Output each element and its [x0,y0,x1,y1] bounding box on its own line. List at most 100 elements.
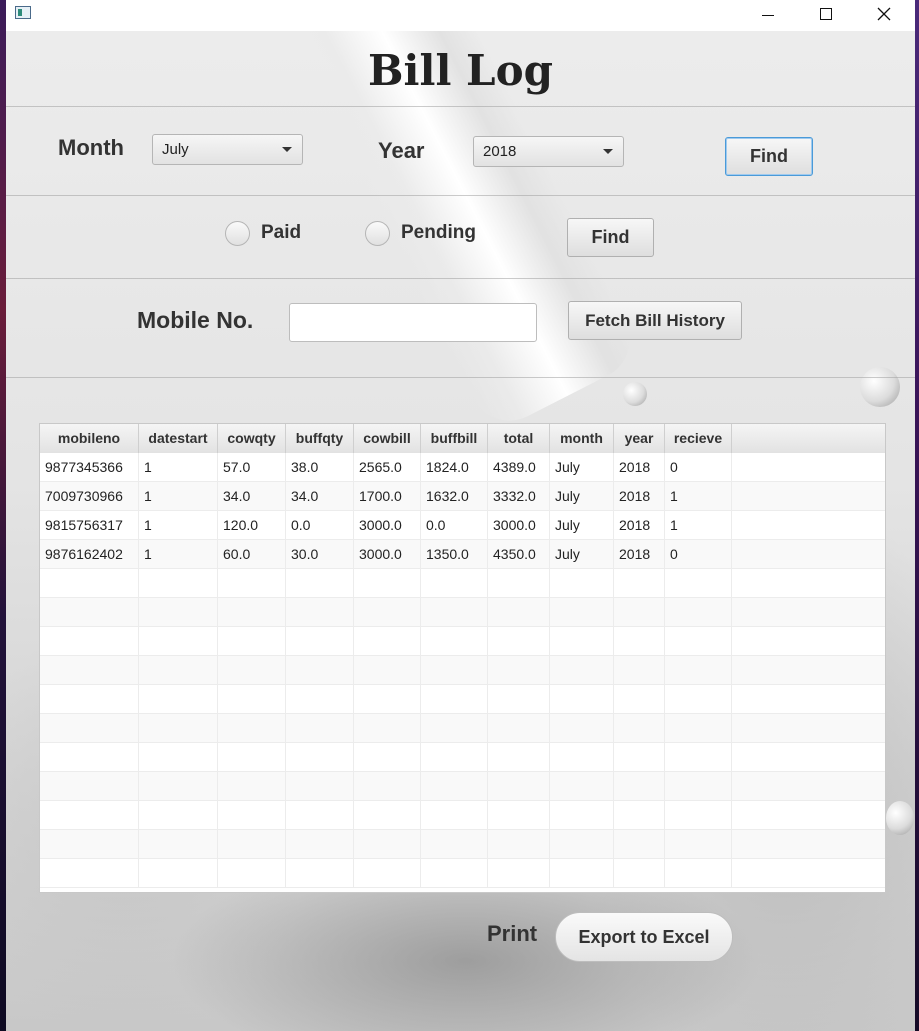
table-cell-buffqty [286,656,354,685]
table-cell-cowqty [218,772,286,801]
paid-radio[interactable] [225,221,250,246]
table-cell-recieve [665,598,732,627]
table-row[interactable]: 9815756317 1 120.0 0.0 3000.0 0.0 3000.0 July 20… [40,511,885,540]
table-cell-year [614,598,665,627]
column-header-buffqty[interactable]: buffqty [286,424,354,453]
table-row[interactable]: 9876162402 1 60.0 30.0 3000.0 1350.0 4350.0 Jul… [40,540,885,569]
table-cell-buffbill [421,685,488,714]
export-to-excel-button[interactable]: Export to Excel [555,912,733,962]
table-row[interactable]: 7009730966 1 34.0 34.0 1700.0 1632.0 3332.0 Jul… [40,482,885,511]
table-cell-total [488,714,550,743]
table-row[interactable] [40,569,885,598]
column-header-buffbill[interactable]: buffbill [421,424,488,453]
table-cell-buffbill [421,801,488,830]
table-cell-total [488,801,550,830]
table-cell-year [614,772,665,801]
column-header-month[interactable]: month [550,424,614,453]
maximize-button[interactable] [803,0,849,28]
table-cell-datestart [139,830,218,859]
column-header-datestart[interactable]: datestart [139,424,218,453]
table-cell-recieve [665,714,732,743]
table-cell-mobileno [40,859,139,888]
fetch-bill-history-button[interactable]: Fetch Bill History [568,301,742,340]
table-cell-buffqty: 34.0 [286,482,354,511]
table-cell-recieve: 1 [665,511,732,540]
table-row[interactable] [40,685,885,714]
table-cell-total [488,598,550,627]
find-by-date-button[interactable]: Find [725,137,813,176]
minimize-icon [762,14,774,16]
table-row[interactable] [40,627,885,656]
table-cell-cowqty [218,830,286,859]
table-cell-datestart: 1 [139,511,218,540]
mobile-input[interactable] [289,303,537,342]
table-row[interactable] [40,714,885,743]
minimize-button[interactable] [745,0,791,28]
table-cell-year [614,859,665,888]
table-cell-datestart [139,627,218,656]
table-cell-month [550,772,614,801]
column-header-recieve[interactable]: recieve [665,424,732,453]
table-cell-cowqty [218,859,286,888]
table-row[interactable] [40,598,885,627]
print-label[interactable]: Print [487,921,537,947]
table-cell-year [614,743,665,772]
table-cell-cowbill [354,743,421,772]
pending-radio[interactable] [365,221,390,246]
table-cell-cowbill: 2565.0 [354,453,421,482]
table-cell-buffqty [286,743,354,772]
table-row[interactable] [40,656,885,685]
table-row[interactable]: 9877345366 1 57.0 38.0 2565.0 1824.0 4389.0 Jul… [40,453,885,482]
table-cell-recieve [665,656,732,685]
paid-label[interactable]: Paid [261,222,301,244]
table-cell-total: 3332.0 [488,482,550,511]
table-cell-datestart [139,859,218,888]
table-row[interactable] [40,743,885,772]
table-row[interactable] [40,830,885,859]
table-cell-mobileno [40,772,139,801]
column-header-year[interactable]: year [614,424,665,453]
find-by-status-button[interactable]: Find [567,218,654,257]
table-cell-cowqty [218,743,286,772]
table-cell-datestart [139,685,218,714]
column-header-total[interactable]: total [488,424,550,453]
divider [6,106,915,107]
table-cell-year: 2018 [614,482,665,511]
bill-table[interactable]: mobileno datestart cowqty buffqty cowbill buf… [39,423,886,893]
column-header-cowqty[interactable]: cowqty [218,424,286,453]
divider [6,377,915,378]
column-header-cowbill[interactable]: cowbill [354,424,421,453]
table-cell-datestart [139,772,218,801]
table-row[interactable] [40,772,885,801]
table-cell-buffqty [286,714,354,743]
app-window-icon [15,6,31,19]
milk-droplet [860,367,900,407]
year-select[interactable]: 2018 [473,136,624,167]
close-button[interactable] [861,0,907,28]
table-cell-month: July [550,482,614,511]
table-row[interactable] [40,859,885,888]
table-cell-buffqty: 0.0 [286,511,354,540]
table-cell-year [614,801,665,830]
table-cell-buffqty: 30.0 [286,540,354,569]
table-cell-cowqty: 57.0 [218,453,286,482]
month-select[interactable]: July [152,134,303,165]
table-cell-mobileno: 7009730966 [40,482,139,511]
column-header-mobileno[interactable]: mobileno [40,424,139,453]
table-row[interactable] [40,801,885,830]
table-cell-year [614,569,665,598]
table-cell-buffbill [421,627,488,656]
table-cell-total [488,627,550,656]
divider [6,195,915,196]
table-cell-cowbill [354,714,421,743]
table-cell-buffbill [421,598,488,627]
table-cell-buffqty [286,627,354,656]
table-cell-buffbill [421,772,488,801]
table-cell-recieve: 0 [665,540,732,569]
pending-label[interactable]: Pending [401,222,476,244]
table-cell-mobileno: 9877345366 [40,453,139,482]
table-cell-buffbill [421,656,488,685]
milk-droplet [886,801,914,835]
table-header: mobileno datestart cowqty buffqty cowbill buf… [40,424,885,454]
table-cell-buffqty [286,830,354,859]
